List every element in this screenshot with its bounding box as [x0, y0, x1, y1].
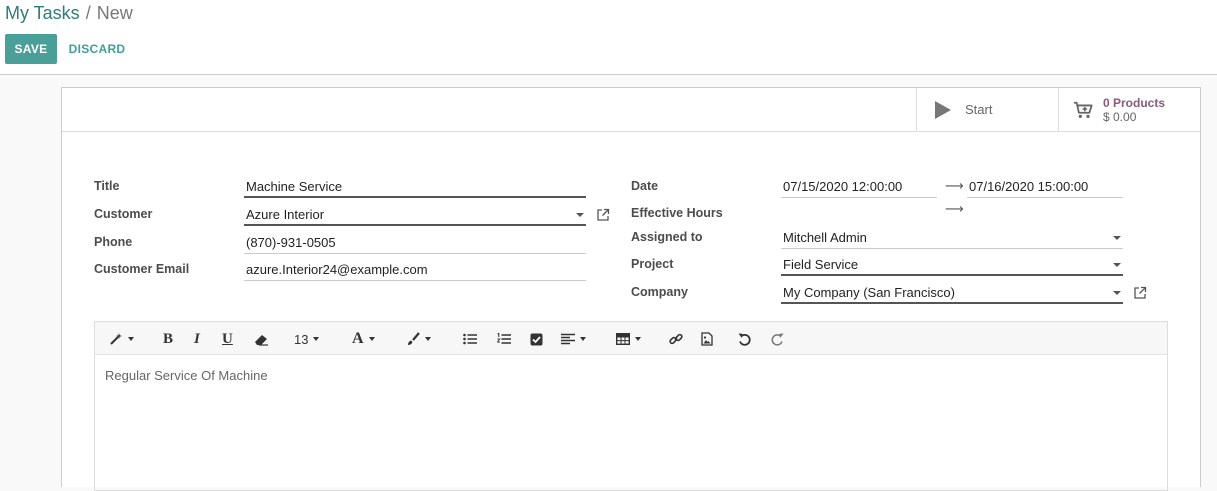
font-color-icon: A [352, 330, 364, 347]
products-count: 0 Products [1103, 95, 1166, 110]
description-editor: B I U 13 A Regular Service Of Machine [94, 321, 1168, 491]
phone-field[interactable]: (870)-931-0505 [244, 232, 586, 254]
bold-button[interactable]: B [163, 329, 173, 349]
list-ul-icon [463, 333, 477, 345]
table-button[interactable] [616, 329, 641, 349]
products-button[interactable]: 0 Products $ 0.00 [1058, 88, 1200, 131]
play-icon [933, 100, 953, 120]
effective-hours-label: Effective Hours [631, 206, 723, 220]
align-button[interactable] [561, 329, 586, 349]
eraser-button[interactable] [254, 329, 269, 349]
paint-brush-button[interactable] [406, 329, 431, 349]
customer-field[interactable]: Azure Interior [244, 204, 586, 226]
chevron-down-icon [425, 337, 431, 341]
products-amount: $ 0.00 [1103, 109, 1137, 124]
chevron-down-icon[interactable] [1113, 236, 1121, 240]
unordered-list-button[interactable] [463, 329, 477, 349]
title-field[interactable]: Machine Service [244, 176, 586, 198]
arrow-right-icon: ⟶ [945, 201, 964, 216]
description-text[interactable]: Regular Service Of Machine [105, 368, 268, 383]
checkbox-icon [530, 333, 543, 345]
control-panel: My Tasks / New SAVE DISCARD [0, 0, 1217, 75]
chevron-down-icon[interactable] [1113, 263, 1121, 267]
chevron-down-icon [313, 337, 320, 341]
breadcrumb-separator: / [85, 3, 91, 23]
editor-toolbar: B I U 13 A [95, 322, 1167, 355]
company-value: My Company (San Francisco) [783, 285, 955, 300]
assigned-to-label: Assigned to [631, 230, 703, 244]
project-field[interactable]: Field Service [781, 254, 1123, 276]
customer-email-label: Customer Email [94, 262, 190, 276]
products-stat-text: 0 Products $ 0.00 [1103, 96, 1165, 124]
link-icon [669, 333, 683, 345]
font-size-button[interactable]: 13 [294, 329, 320, 349]
save-button[interactable]: SAVE [5, 34, 57, 64]
chevron-down-icon[interactable] [576, 213, 584, 217]
underline-button[interactable]: U [222, 329, 233, 349]
checklist-button[interactable] [530, 329, 543, 349]
ordered-list-button[interactable] [497, 329, 511, 349]
customer-email-field[interactable]: azure.Interior24@example.com [244, 259, 586, 281]
date-label: Date [631, 179, 659, 193]
date-end-field[interactable]: 07/16/2020 15:00:00 [967, 176, 1123, 198]
start-button[interactable]: Start [916, 88, 1058, 131]
eraser-icon [255, 334, 268, 346]
image-button[interactable] [701, 329, 713, 349]
company-field[interactable]: My Company (San Francisco) [781, 282, 1123, 304]
undo-button[interactable] [738, 329, 751, 349]
chevron-down-icon [580, 337, 586, 341]
chevron-down-icon [635, 337, 641, 341]
assigned-to-value: Mitchell Admin [783, 230, 867, 245]
assigned-to-field[interactable]: Mitchell Admin [781, 227, 1123, 249]
image-icon [701, 332, 713, 346]
discard-button[interactable]: DISCARD [62, 34, 132, 64]
magic-wand-icon [110, 333, 122, 345]
customer-label: Customer [94, 207, 153, 221]
title-label: Title [94, 179, 120, 193]
align-left-icon [561, 333, 575, 345]
chevron-down-icon[interactable] [1113, 291, 1121, 295]
company-label: Company [631, 285, 688, 299]
breadcrumb: My Tasks / New [5, 3, 133, 24]
customer-value: Azure Interior [246, 207, 325, 222]
form-sheet: Start 0 Products $ 0.00 Title Machine Se… [61, 87, 1201, 491]
project-label: Project [631, 257, 674, 271]
project-value: Field Service [783, 257, 859, 272]
external-link-icon[interactable] [1133, 286, 1147, 300]
button-box: Start 0 Products $ 0.00 [62, 88, 1200, 132]
table-icon [616, 333, 630, 345]
breadcrumb-current: New [96, 3, 133, 23]
date-start-field[interactable]: 07/15/2020 12:00:00 [781, 176, 937, 198]
breadcrumb-link-my-tasks[interactable]: My Tasks [5, 3, 80, 23]
italic-button[interactable]: I [194, 329, 200, 349]
external-link-icon[interactable] [596, 208, 610, 222]
paint-brush-icon [408, 332, 420, 345]
cart-plus-icon [1073, 100, 1093, 120]
arrow-right-icon: ⟶ [945, 178, 964, 193]
link-button[interactable] [669, 329, 683, 349]
list-ol-icon [497, 333, 511, 344]
redo-button[interactable] [771, 329, 784, 349]
chevron-down-icon [128, 337, 134, 341]
font-color-button[interactable]: A [352, 329, 375, 349]
redo-icon [771, 333, 784, 346]
start-label: Start [965, 102, 993, 117]
magic-wand-style-button[interactable] [109, 329, 134, 349]
chevron-down-icon [368, 337, 375, 341]
phone-label: Phone [94, 235, 133, 249]
font-size-value: 13 [294, 331, 309, 347]
undo-icon [738, 333, 751, 346]
